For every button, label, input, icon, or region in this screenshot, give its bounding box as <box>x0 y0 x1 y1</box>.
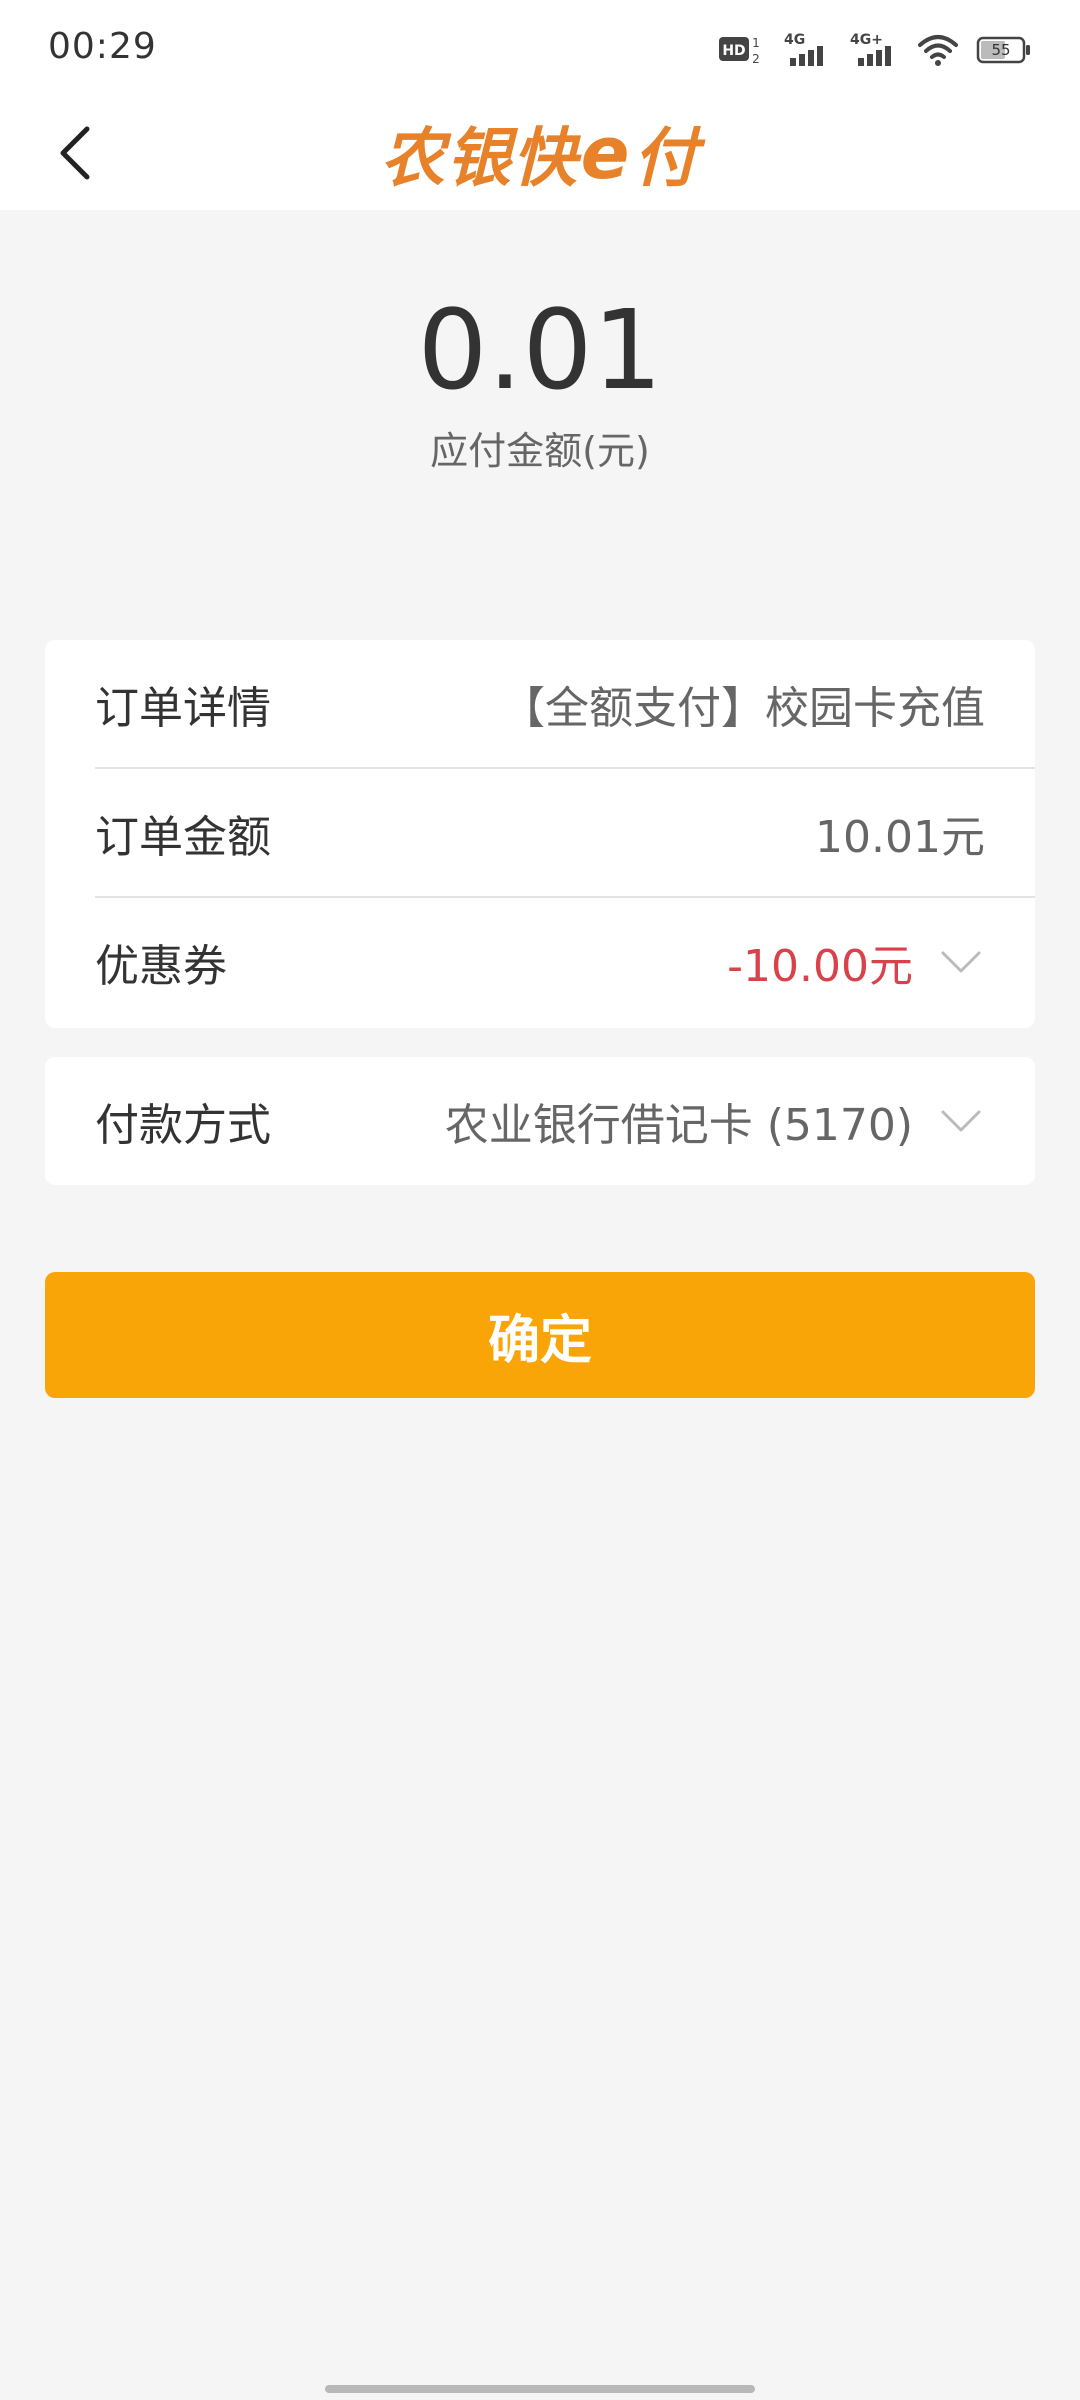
payment-method-row[interactable]: 付款方式 农业银行借记卡 (5170) <box>95 1057 1035 1185</box>
network-1-label: 4G <box>784 32 805 48</box>
payment-method-value: 农业银行借记卡 (5170) <box>444 1100 913 1151</box>
status-bar: 00:29 HD 1 2 4G 4G+ 55 <box>0 0 1080 100</box>
battery-icon: 55 <box>976 35 1032 65</box>
order-detail-value: 【全额支付】校园卡充值 <box>501 683 985 734</box>
svg-text:2: 2 <box>752 52 760 66</box>
wifi-icon <box>918 33 958 67</box>
status-time: 00:29 <box>48 26 157 67</box>
payment-method-card[interactable]: 付款方式 农业银行借记卡 (5170) <box>45 1057 1035 1185</box>
order-amount-row: 订单金额 10.01元 <box>95 769 1035 897</box>
back-button[interactable] <box>40 120 110 190</box>
svg-text:1: 1 <box>752 36 760 50</box>
confirm-button[interactable]: 确定 <box>45 1272 1035 1398</box>
order-amount-value: 10.01元 <box>815 812 985 863</box>
chevron-down-icon[interactable] <box>937 938 985 986</box>
status-icons: HD 1 2 4G 4G+ 55 <box>718 30 1032 70</box>
brand-text-2: 付 <box>633 122 700 196</box>
order-amount-label: 订单金额 <box>95 812 271 863</box>
brand-text-1: 农银快 <box>380 122 579 196</box>
coupon-value: -10.00元 <box>727 941 913 992</box>
signal-4g-plus-icon: 4G+ <box>848 30 900 70</box>
order-detail-label: 订单详情 <box>95 683 271 734</box>
app-header: 农银快 e 付 <box>0 100 1080 210</box>
order-card: 订单详情 【全额支付】校园卡充值 订单金额 10.01元 优惠券 -10.00元 <box>45 640 1035 1028</box>
chevron-left-icon[interactable] <box>55 123 95 187</box>
signal-4g-icon: 4G <box>782 30 830 70</box>
chevron-down-icon[interactable] <box>937 1097 985 1145</box>
coupon-row[interactable]: 优惠券 -10.00元 <box>95 898 1035 1026</box>
brand-e: e <box>580 111 632 195</box>
amount-value: 0.01 <box>417 286 663 414</box>
hd-label: HD <box>722 43 745 59</box>
brand-logo: 农银快 e 付 <box>355 108 725 198</box>
hd-icon: HD 1 2 <box>718 33 764 67</box>
network-2-label: 4G+ <box>850 32 883 48</box>
order-detail-row: 订单详情 【全额支付】校园卡充值 <box>95 640 1035 768</box>
home-indicator[interactable] <box>325 2385 755 2393</box>
coupon-label: 优惠券 <box>95 941 227 992</box>
payment-method-label: 付款方式 <box>95 1100 271 1151</box>
battery-level: 55 <box>991 41 1010 59</box>
amount-label: 应付金额(元) <box>430 429 650 473</box>
